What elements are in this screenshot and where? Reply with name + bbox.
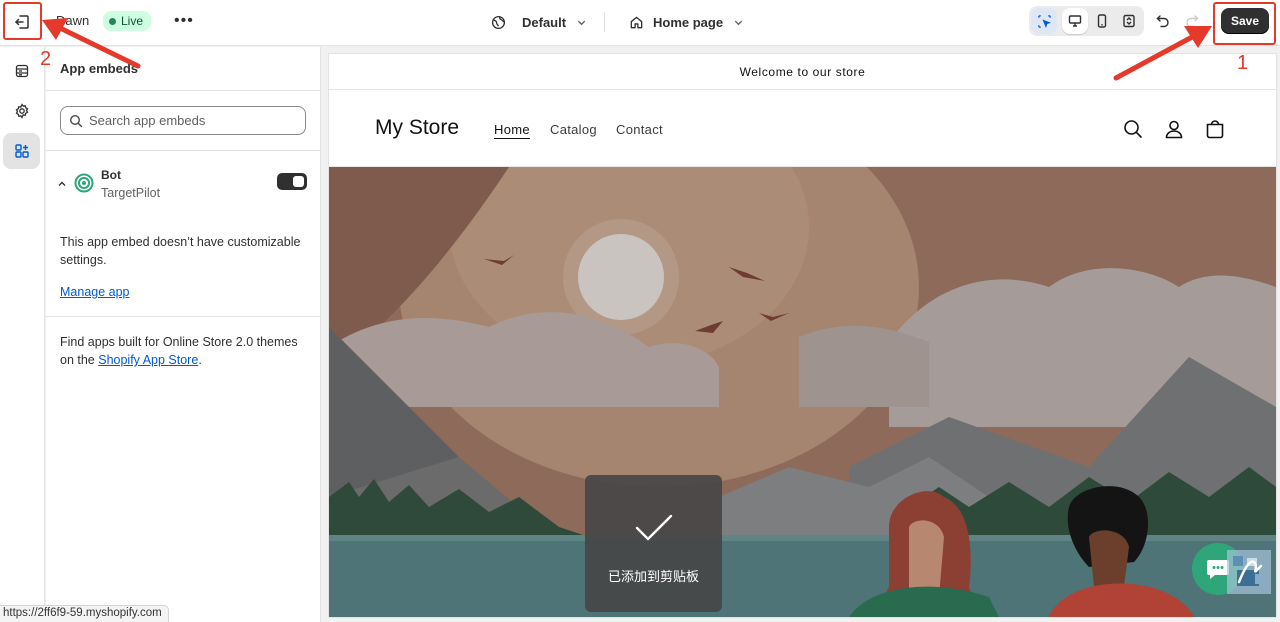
mobile-icon bbox=[1097, 14, 1107, 28]
search-field[interactable] bbox=[60, 106, 306, 135]
chevron-down-icon bbox=[734, 20, 743, 25]
store-logo[interactable]: My Store bbox=[375, 116, 459, 140]
app-embed-provider: TargetPilot bbox=[101, 186, 161, 200]
search-icon[interactable] bbox=[1122, 118, 1144, 140]
desktop-icon bbox=[1068, 15, 1082, 27]
annotation-box-save bbox=[1213, 2, 1276, 45]
theme-settings-nav-button[interactable] bbox=[6, 97, 38, 125]
find-apps-text: Find apps built for Online Store 2.0 the… bbox=[60, 333, 310, 369]
hero-illustration bbox=[329, 167, 1276, 617]
nav-link-home[interactable]: Home bbox=[494, 122, 530, 137]
find-apps-suffix: . bbox=[198, 353, 202, 367]
annotation-box-exit bbox=[3, 2, 42, 40]
panel-divider bbox=[46, 90, 321, 91]
status-bar-url: https://2ff6f9-59.myshopify.com bbox=[0, 605, 169, 622]
app-embed-toggle[interactable] bbox=[277, 173, 307, 190]
chevron-up-icon[interactable] bbox=[57, 179, 67, 189]
annotation-arrow-save bbox=[1113, 26, 1212, 81]
app-embed-description: This app embed doesn’t have customizable… bbox=[60, 235, 301, 267]
shopify-app-store-link[interactable]: Shopify App Store bbox=[98, 353, 198, 367]
annotation-arrow-exit bbox=[42, 18, 141, 69]
panel-divider bbox=[46, 150, 321, 151]
app-embed-name: Bot bbox=[101, 168, 121, 182]
more-actions-button[interactable]: ••• bbox=[174, 12, 194, 30]
toggle-knob bbox=[293, 176, 304, 187]
nav-link-contact[interactable]: Contact bbox=[616, 122, 663, 137]
home-icon bbox=[630, 16, 643, 28]
sections-nav-button[interactable] bbox=[6, 57, 38, 85]
theme-selector[interactable]: Default bbox=[491, 11, 587, 33]
chevron-down-icon bbox=[577, 20, 586, 25]
globe-icon bbox=[491, 15, 506, 29]
app-embeds-nav-button[interactable] bbox=[3, 133, 40, 169]
app-embed-icon bbox=[74, 173, 94, 193]
theme-selector-label: Default bbox=[522, 14, 567, 30]
panel-divider bbox=[46, 316, 321, 317]
annotation-number-1: 1 bbox=[1237, 52, 1249, 74]
inspector-button[interactable] bbox=[1031, 8, 1057, 34]
page-selector[interactable]: Home page bbox=[629, 11, 744, 33]
desktop-view-button[interactable] bbox=[1062, 8, 1088, 34]
cart-icon[interactable] bbox=[1204, 118, 1226, 140]
page-selector-label: Home page bbox=[653, 14, 724, 30]
store-header: My Store Home Catalog Contact bbox=[329, 91, 1276, 167]
nav-link-catalog[interactable]: Catalog bbox=[550, 122, 597, 137]
editor-topbar: Dawn Live ••• Default Home page Save bbox=[0, 0, 1280, 46]
toast-message: 已添加到剪贴板 bbox=[607, 569, 699, 584]
account-icon[interactable] bbox=[1163, 118, 1185, 140]
store-preview: Welcome to our store My Store Home Catal… bbox=[329, 54, 1276, 617]
editor-nav-rail bbox=[0, 47, 45, 622]
app-embeds-panel: App embeds Bot TargetPilot This app embe… bbox=[46, 47, 321, 622]
topbar-divider bbox=[604, 12, 605, 32]
waving-hand-icon bbox=[1227, 550, 1271, 594]
search-input[interactable] bbox=[89, 113, 289, 128]
inspector-cursor-icon bbox=[1037, 14, 1051, 28]
checkmark-icon bbox=[635, 514, 673, 541]
manage-app-link[interactable]: Manage app bbox=[60, 285, 130, 299]
app-embed-row: Bot TargetPilot bbox=[46, 165, 321, 210]
apps-icon bbox=[14, 144, 29, 158]
gear-icon bbox=[15, 103, 29, 119]
search-icon bbox=[69, 114, 83, 127]
sections-icon bbox=[15, 64, 29, 78]
clipboard-toast: 已添加到剪贴板 bbox=[585, 475, 722, 612]
